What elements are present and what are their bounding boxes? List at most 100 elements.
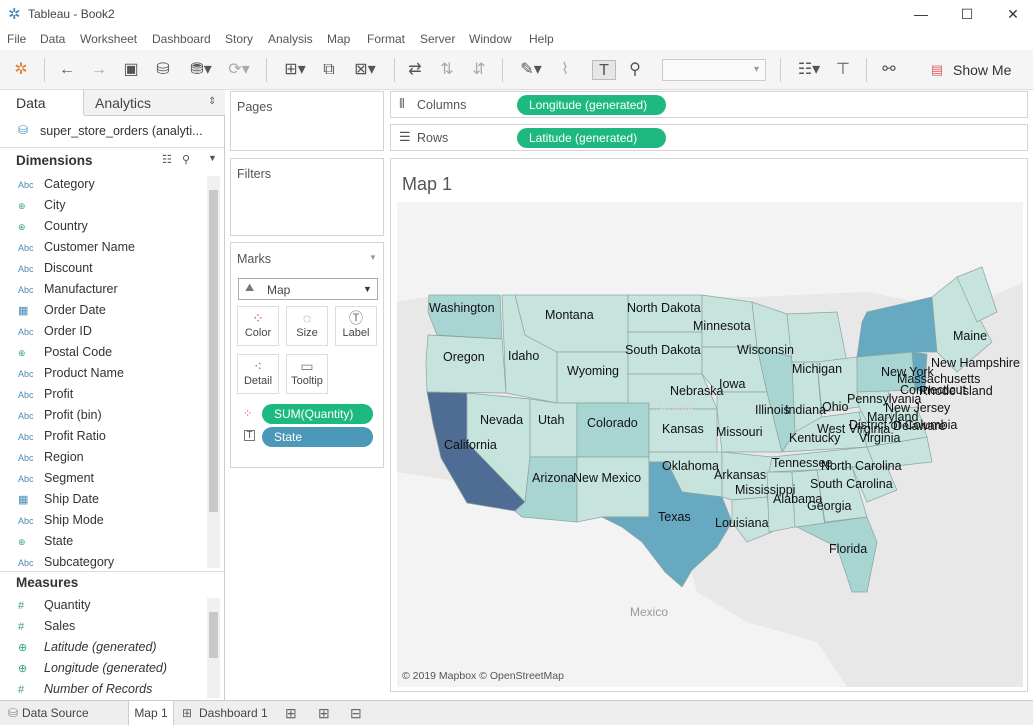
new-worksheet-icon[interactable]: ⊞▾ — [278, 60, 312, 80]
dimension-product-name[interactable]: Abc Product Name — [18, 363, 124, 384]
detail-icon: ⁖ — [253, 358, 263, 374]
dimensions-scrollbar[interactable] — [207, 176, 220, 568]
dimension-subcategory[interactable]: Abc Subcategory — [18, 552, 114, 573]
menu-format[interactable]: Format — [367, 32, 405, 46]
menu-help[interactable]: Help — [529, 32, 554, 46]
maximize-button[interactable]: ☐ — [944, 0, 990, 28]
tableau-home-icon[interactable]: ✲ — [10, 60, 32, 80]
dimension-ship-date[interactable]: ▦ Ship Date — [18, 489, 99, 510]
pill-sum-quantity[interactable]: SUM(Quantity) — [262, 404, 373, 424]
measure-quantity[interactable]: # Quantity — [18, 595, 91, 616]
search-icon[interactable]: ⚲ — [182, 153, 190, 166]
dimension-region[interactable]: Abc Region — [18, 447, 84, 468]
tab-data-source[interactable]: Data Source — [22, 701, 89, 725]
abc-icon: Abc — [18, 432, 34, 442]
measure-number-of-records[interactable]: # Number of Records — [18, 679, 152, 700]
dimension-order-id[interactable]: Abc Order ID — [18, 321, 92, 342]
tab-dashboard1[interactable]: Dashboard 1 — [199, 701, 268, 725]
dimension-discount[interactable]: Abc Discount — [18, 258, 93, 279]
marks-menu-icon[interactable]: ▼ — [369, 253, 377, 262]
swap-icon[interactable]: ⇄ — [404, 60, 426, 80]
share-icon[interactable]: ⚯ — [878, 60, 900, 80]
view-list-icon[interactable]: ☷ — [162, 153, 172, 166]
show-labels-icon[interactable]: T — [592, 60, 616, 80]
dimension-category[interactable]: Abc Category — [18, 174, 95, 195]
show-me-icon[interactable]: ▤ — [930, 60, 944, 80]
pin-icon[interactable]: ⚲ — [624, 60, 646, 80]
refresh-icon[interactable]: ⟳▾ — [224, 60, 254, 80]
menu-window[interactable]: Window — [469, 32, 512, 46]
presentation-mode-icon[interactable]: ⊤ — [832, 60, 854, 80]
menu-map[interactable]: Map — [327, 32, 350, 46]
dimensions-menu-icon[interactable]: ▼ — [208, 153, 217, 163]
measure-latitude-generated-[interactable]: ⊕ Latitude (generated) — [18, 637, 157, 658]
label-button[interactable]: Ⓣ Label — [335, 306, 377, 346]
menu-data[interactable]: Data — [40, 32, 65, 46]
menu-story[interactable]: Story — [225, 32, 253, 46]
dimension-profit-bin-[interactable]: Abc Profit (bin) — [18, 405, 102, 426]
tooltip-icon: ▭ — [300, 358, 314, 374]
dimension-city[interactable]: ⊕ City — [18, 195, 66, 216]
menu-dashboard[interactable]: Dashboard — [152, 32, 211, 46]
pill-state[interactable]: State — [262, 427, 373, 447]
save-icon[interactable]: ▣ — [120, 60, 142, 80]
pause-updates-icon[interactable]: ⛃▾ — [186, 60, 216, 80]
card-visibility-icon[interactable]: ☷▾ — [792, 60, 826, 80]
color-button[interactable]: ⁘ Color — [237, 306, 279, 346]
dimension-segment[interactable]: Abc Segment — [18, 468, 94, 489]
dimension-profit-ratio[interactable]: Abc Profit Ratio — [18, 426, 106, 447]
menu-file[interactable]: File — [7, 32, 26, 46]
size-button[interactable]: ◌ Size — [286, 306, 328, 346]
dimension-ship-mode[interactable]: Abc Ship Mode — [18, 510, 104, 531]
map[interactable]: Washington Montana North Dakota Minnesota Ma… — [397, 202, 1023, 687]
menu-worksheet[interactable]: Worksheet — [80, 32, 137, 46]
measure-sales[interactable]: # Sales — [18, 616, 75, 637]
state-label-oregon: Oregon — [443, 350, 485, 364]
rows-label: Rows — [417, 131, 449, 145]
redo-icon[interactable]: → — [88, 60, 110, 80]
data-pane: Data Analytics ⇕ ⛁ super_store_orders (a… — [0, 90, 225, 700]
show-me-button[interactable]: Show Me — [953, 62, 1011, 78]
new-sheet-icon[interactable]: ⊞ — [285, 701, 297, 725]
dimension-state[interactable]: ⊕ State — [18, 531, 73, 552]
tooltip-button[interactable]: ▭ Tooltip — [286, 354, 328, 394]
pill-longitude[interactable]: Longitude (generated) — [517, 95, 666, 115]
tab-data[interactable]: Data — [0, 90, 84, 116]
pages-card[interactable]: Pages — [230, 91, 384, 151]
state-label-colorado: Colorado — [587, 416, 638, 430]
dimension-profit[interactable]: Abc Profit — [18, 384, 73, 405]
duplicate-sheet-icon[interactable]: ⧉ — [318, 60, 340, 80]
detail-button[interactable]: ⁖ Detail — [237, 354, 279, 394]
highlight-icon[interactable]: ✎▾ — [514, 60, 548, 80]
mark-type-dropdown[interactable]: ⛰ Map ▼ — [238, 278, 378, 300]
dimension-order-date[interactable]: ▦ Order Date — [18, 300, 106, 321]
columns-shelf[interactable]: ⦀ Columns Longitude (generated) — [390, 91, 1028, 118]
close-button[interactable]: ✕ — [990, 0, 1033, 28]
dimension-manufacturer[interactable]: Abc Manufacturer — [18, 279, 118, 300]
minimize-button[interactable]: — — [898, 0, 944, 28]
group-icon[interactable]: ⌇ — [554, 60, 576, 80]
tab-analytics[interactable]: Analytics — [84, 90, 225, 116]
dimension-postal-code[interactable]: ⊕ Postal Code — [18, 342, 112, 363]
undo-icon[interactable]: ← — [56, 60, 78, 80]
rows-shelf[interactable]: ☰ Rows Latitude (generated) — [390, 124, 1028, 151]
new-datasource-icon[interactable]: ⛁ — [152, 60, 174, 80]
columns-icon: ⦀ — [399, 96, 405, 111]
menu-server[interactable]: Server — [420, 32, 455, 46]
new-dashboard-icon[interactable]: ⊞ — [318, 701, 330, 725]
filters-card[interactable]: Filters — [230, 158, 384, 236]
measures-scrollbar[interactable] — [207, 598, 220, 698]
new-story-icon[interactable]: ⊟ — [350, 701, 362, 725]
measure-longitude-generated-[interactable]: ⊕ Longitude (generated) — [18, 658, 167, 679]
menu-analysis[interactable]: Analysis — [268, 32, 313, 46]
fit-dropdown[interactable]: ▾ — [662, 59, 766, 81]
clear-sheet-icon[interactable]: ⊠▾ — [348, 60, 382, 80]
tab-menu-icon[interactable]: ⇕ — [208, 96, 216, 107]
pill-latitude[interactable]: Latitude (generated) — [517, 128, 666, 148]
sort-ascending-icon[interactable]: ⇅ — [436, 60, 458, 80]
tab-sheet-map1[interactable]: Map 1 — [128, 701, 174, 725]
dimension-customer-name[interactable]: Abc Customer Name — [18, 237, 135, 258]
sort-descending-icon[interactable]: ⇵ — [468, 60, 490, 80]
dimension-country[interactable]: ⊕ Country — [18, 216, 88, 237]
datasource-name[interactable]: super_store_orders (analyti... — [40, 124, 203, 138]
